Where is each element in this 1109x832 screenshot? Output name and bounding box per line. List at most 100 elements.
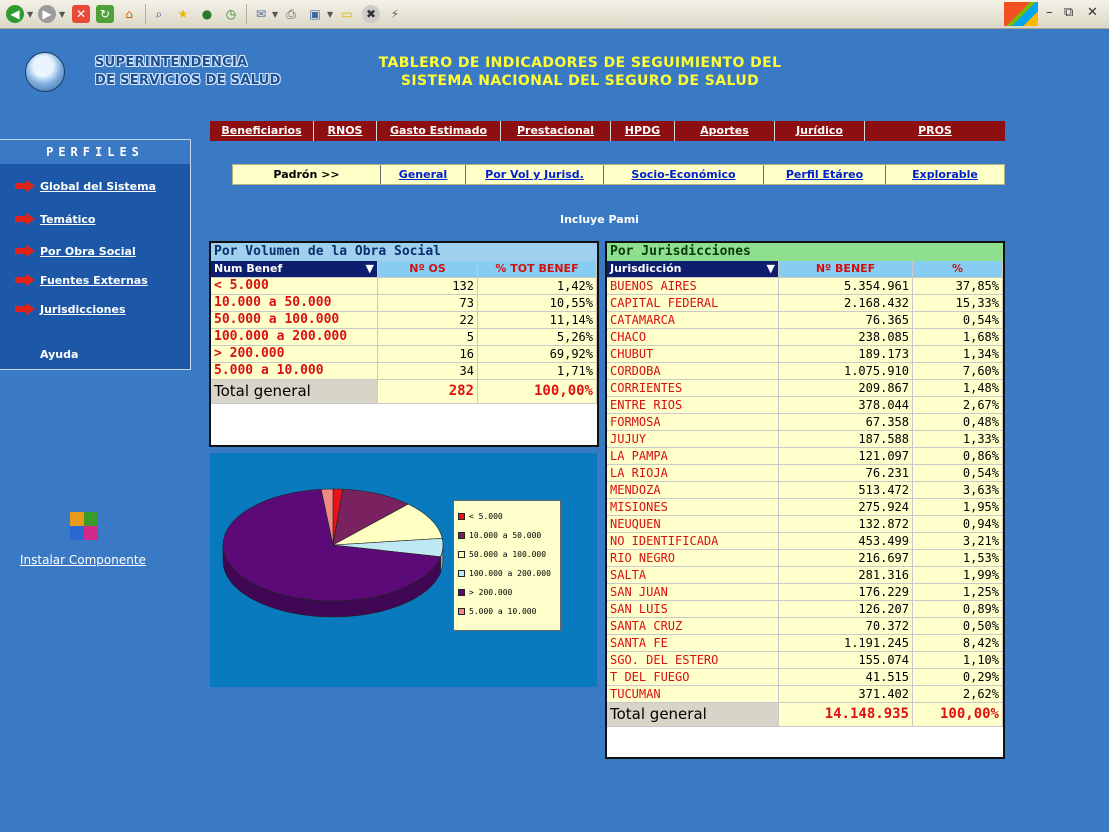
legend-label: 50.000 a 100.000 <box>469 550 547 559</box>
legend-label: < 5.000 <box>469 512 503 521</box>
table-row: SGO. DEL ESTERO 155.074 1,10% <box>607 652 1003 669</box>
page-title-line1: TABLERO DE INDICADORES DE SEGUIMIENTO DE… <box>378 55 782 71</box>
lightning-icon[interactable]: ⚡ <box>386 5 404 23</box>
puzzle-icon[interactable] <box>70 512 98 540</box>
refresh-icon[interactable]: ↻ <box>96 5 114 23</box>
sidebar-item-label[interactable]: Global del Sistema <box>40 180 156 193</box>
edit-icon[interactable]: ▣ <box>306 5 324 23</box>
jurisdiction-name: SANTA CRUZ <box>607 618 779 634</box>
jurisdiction-pct: 0,54% <box>913 312 1003 328</box>
table-row: SALTA 281.316 1,99% <box>607 567 1003 584</box>
volume-pct: 1,71% <box>478 363 597 379</box>
nav-gasto-estimado[interactable]: Gasto Estimado <box>377 121 501 141</box>
jurisdiction-benef: 238.085 <box>779 329 913 345</box>
subnav-socio-economico[interactable]: Socio-Económico <box>604 165 764 184</box>
total-pct: 100,00% <box>478 380 597 403</box>
stop-icon[interactable]: ✕ <box>72 5 90 23</box>
mail-dropdown-icon[interactable]: ▼ <box>272 10 278 19</box>
jurisdiction-benef: 371.402 <box>779 686 913 702</box>
jurisdiction-pct: 1,10% <box>913 652 1003 668</box>
volume-os-count: 34 <box>378 363 478 379</box>
jurisdiction-benef: 378.044 <box>779 397 913 413</box>
back-dropdown-icon[interactable]: ▼ <box>27 10 33 19</box>
jurisdiction-table-title: Por Jurisdicciones <box>607 243 1003 261</box>
pie-legend: < 5.000 10.000 a 50.000 50.000 a 100.000 10… <box>453 500 561 631</box>
nav-rnos[interactable]: RNOS <box>314 121 377 141</box>
jurisdiction-name: RIO NEGRO <box>607 550 779 566</box>
org-name-line2: DE SERVICIOS DE SALUD <box>95 73 281 88</box>
nav-beneficiarios[interactable]: Beneficiarios <box>210 121 314 141</box>
jurisdiction-pct: 0,50% <box>913 618 1003 634</box>
forward-icon[interactable]: ▶ <box>38 5 56 23</box>
jurisdiction-total-row: Total general 14.148.935 100,00% <box>607 703 1003 727</box>
sidebar-item-global[interactable]: Global del Sistema <box>15 177 156 195</box>
messenger-icon[interactable]: ✖ <box>362 5 380 23</box>
back-icon[interactable]: ◀ <box>6 5 24 23</box>
sidebar-item-fuentes[interactable]: Fuentes Externas <box>15 271 148 289</box>
sidebar-item-label[interactable]: Jurisdicciones <box>40 303 126 316</box>
dropdown-arrow-icon[interactable]: ▼ <box>767 261 775 277</box>
jurisdiction-pct: 1,53% <box>913 550 1003 566</box>
nav-hpdg[interactable]: HPDG <box>611 121 675 141</box>
jurisdiction-benef: 76.231 <box>779 465 913 481</box>
toolbar-separator <box>145 4 146 24</box>
legend-label: 100.000 a 200.000 <box>469 569 551 578</box>
install-component-link[interactable]: Instalar Componente <box>20 553 146 567</box>
help-link[interactable]: Ayuda <box>40 348 78 361</box>
table-row: 50.000 a 100.000 22 11,14% <box>211 312 597 329</box>
nav-aportes[interactable]: Aportes <box>675 121 775 141</box>
volume-os-count: 73 <box>378 295 478 311</box>
jurisdiction-name: CORDOBA <box>607 363 779 379</box>
total-benef: 14.148.935 <box>779 703 913 726</box>
volume-pct: 11,14% <box>478 312 597 328</box>
favorites-icon[interactable]: ★ <box>174 5 192 23</box>
sidebar-item-obra-social[interactable]: Por Obra Social <box>15 242 136 260</box>
subnav-explorable[interactable]: Explorable <box>886 165 1004 184</box>
search-icon[interactable]: ⌕ <box>150 5 168 23</box>
dropdown-arrow-icon[interactable]: ▼ <box>366 261 374 277</box>
subnav-padron: Padrón >> <box>233 165 381 184</box>
sss-logo-icon <box>25 52 65 92</box>
jurisdiction-pct: 1,68% <box>913 329 1003 345</box>
column-header-num-benef: Num Benef <box>214 262 283 275</box>
table-row: CORDOBA 1.075.910 7,60% <box>607 363 1003 380</box>
mail-icon[interactable]: ✉ <box>252 5 270 23</box>
nav-juridico[interactable]: Jurídico <box>775 121 865 141</box>
sidebar-item-jurisdicciones[interactable]: Jurisdicciones <box>15 300 126 318</box>
table-row: CATAMARCA 76.365 0,54% <box>607 312 1003 329</box>
subnav-vol-jurisd[interactable]: Por Vol y Jurisd. <box>466 165 604 184</box>
nav-prestacional[interactable]: Prestacional <box>501 121 611 141</box>
nav-pros[interactable]: PROS <box>865 121 1005 141</box>
volume-pct: 69,92% <box>478 346 597 362</box>
legend-item: < 5.000 <box>458 507 556 526</box>
close-icon[interactable]: ✕ <box>1087 5 1098 20</box>
table-row: T DEL FUEGO 41.515 0,29% <box>607 669 1003 686</box>
subnav-perfil-etareo[interactable]: Perfil Etáreo <box>764 165 886 184</box>
sidebar-item-label[interactable]: Temático <box>40 213 96 226</box>
print-icon[interactable]: ⎙ <box>282 5 300 23</box>
num-benef-dropdown[interactable]: Num Benef ▼ <box>211 261 378 277</box>
media-icon[interactable]: ● <box>198 5 216 23</box>
subnav-general[interactable]: General <box>381 165 466 184</box>
jurisdiction-pct: 0,54% <box>913 465 1003 481</box>
volume-range-label: < 5.000 <box>211 278 378 294</box>
table-row: < 5.000 132 1,42% <box>211 278 597 295</box>
sidebar-item-label[interactable]: Por Obra Social <box>40 245 136 258</box>
jurisdiction-name: SAN JUAN <box>607 584 779 600</box>
sidebar-item-tematico[interactable]: Temático <box>15 210 96 228</box>
edit-dropdown-icon[interactable]: ▼ <box>327 10 333 19</box>
forward-dropdown-icon[interactable]: ▼ <box>59 10 65 19</box>
home-icon[interactable]: ⌂ <box>120 5 138 23</box>
jurisdiction-name: T DEL FUEGO <box>607 669 779 685</box>
minimize-icon[interactable]: – <box>1046 5 1053 20</box>
table-row: LA PAMPA 121.097 0,86% <box>607 448 1003 465</box>
table-row: NEUQUEN 132.872 0,94% <box>607 516 1003 533</box>
history-icon[interactable]: ◷ <box>222 5 240 23</box>
discuss-icon[interactable]: ▭ <box>338 5 356 23</box>
sidebar-item-label[interactable]: Fuentes Externas <box>40 274 148 287</box>
restore-icon[interactable]: ⧉ <box>1064 5 1073 20</box>
column-header-num-os: Nº OS <box>378 261 478 277</box>
legend-item: 5.000 a 10.000 <box>458 602 556 621</box>
jurisdiction-benef: 5.354.961 <box>779 278 913 294</box>
jurisdiccion-dropdown[interactable]: Jurisdicción ▼ <box>607 261 779 277</box>
